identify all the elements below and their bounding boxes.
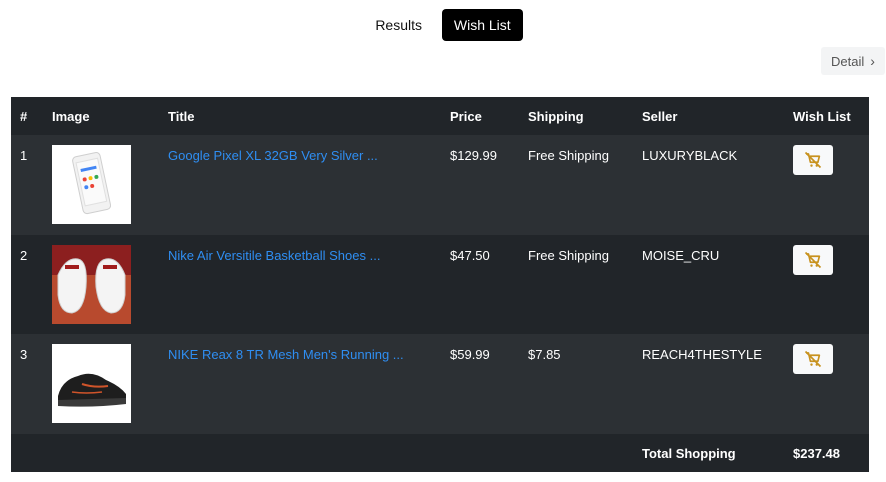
white-sneakers-image[interactable] xyxy=(52,245,131,324)
table-row: 1 Google Pixel XL 32GB Very Silver ... $… xyxy=(11,135,869,235)
header-shipping: Shipping xyxy=(528,109,584,124)
total-shopping-value: $237.48 xyxy=(793,446,840,461)
row-num: 3 xyxy=(20,347,28,362)
black-sneaker-image[interactable] xyxy=(52,344,131,423)
table-header: # Image Title Price Shipping Seller Wish… xyxy=(11,97,869,135)
row-num: 2 xyxy=(20,248,28,263)
detail-button[interactable]: Detail › xyxy=(821,47,885,75)
row-seller: LUXURYBLACK xyxy=(642,148,738,163)
remove-from-cart-button[interactable] xyxy=(793,145,833,175)
tab-wish-list[interactable]: Wish List xyxy=(441,9,523,41)
remove-cart-icon xyxy=(804,350,822,368)
remove-cart-icon xyxy=(804,151,822,169)
total-shopping-label: Total Shopping xyxy=(642,446,736,461)
remove-from-cart-button[interactable] xyxy=(793,344,833,374)
header-price: Price xyxy=(450,109,482,124)
row-num: 1 xyxy=(20,148,28,163)
header-seller: Seller xyxy=(642,109,678,124)
row-price: $47.50 xyxy=(450,248,490,263)
wish-list-table: # Image Title Price Shipping Seller Wish… xyxy=(11,97,869,472)
header-wish-list: Wish List xyxy=(793,109,851,124)
product-title-link[interactable]: Nike Air Versitile Basketball Shoes ... xyxy=(168,248,380,263)
row-seller: REACH4THESTYLE xyxy=(642,347,762,362)
tab-bar: Results Wish List xyxy=(0,9,886,41)
row-price: $59.99 xyxy=(450,347,490,362)
product-title-link[interactable]: NIKE Reax 8 TR Mesh Men's Running ... xyxy=(168,347,404,362)
row-shipping: Free Shipping xyxy=(528,248,609,263)
remove-cart-icon xyxy=(804,251,822,269)
remove-from-cart-button[interactable] xyxy=(793,245,833,275)
row-shipping: $7.85 xyxy=(528,347,561,362)
row-price: $129.99 xyxy=(450,148,497,163)
table-row: 2 Nike Air Versitile Basketball Shoes ..… xyxy=(11,235,869,334)
row-shipping: Free Shipping xyxy=(528,148,609,163)
table-row: 3 NIKE Reax 8 TR Mesh Men's Running ... … xyxy=(11,334,869,434)
phone-image[interactable] xyxy=(52,145,131,224)
product-title-link[interactable]: Google Pixel XL 32GB Very Silver ... xyxy=(168,148,378,163)
header-num: # xyxy=(20,109,28,124)
tab-results[interactable]: Results xyxy=(363,9,434,41)
row-seller: MOISE_CRU xyxy=(642,248,720,263)
header-title: Title xyxy=(168,109,195,124)
table-footer: Total Shopping $237.48 xyxy=(11,434,869,472)
header-image: Image xyxy=(52,109,90,124)
detail-button-label: Detail xyxy=(831,53,865,69)
chevron-right-icon: › xyxy=(870,53,875,69)
